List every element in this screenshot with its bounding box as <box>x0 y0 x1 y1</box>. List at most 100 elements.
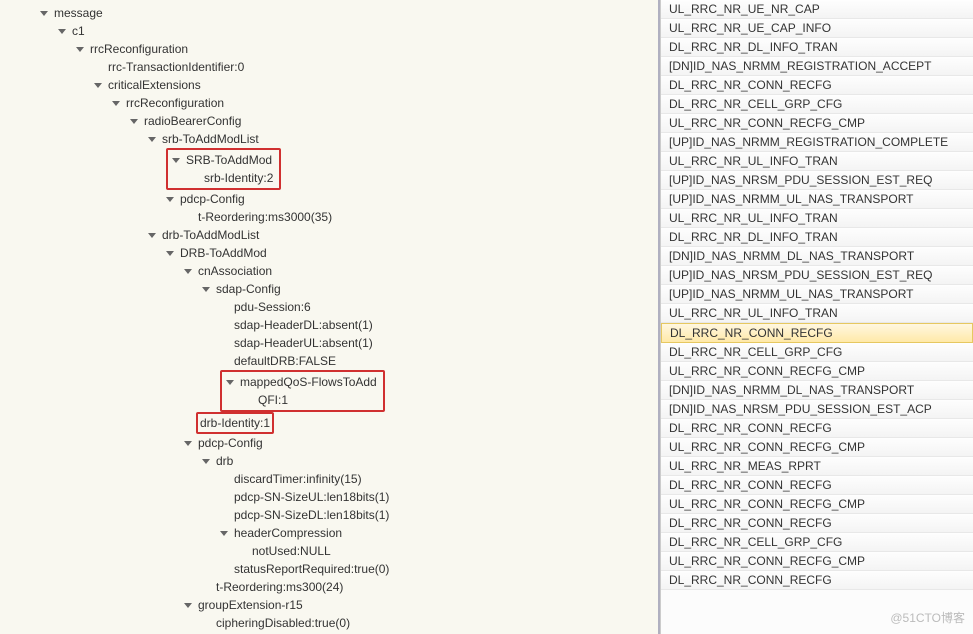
tree-node-label: QFI:1 <box>256 391 290 409</box>
message-list-item[interactable]: [UP]ID_NAS_NRMM_UL_NAS_TRANSPORT <box>661 190 973 209</box>
message-list-item[interactable]: [UP]ID_NAS_NRMM_UL_NAS_TRANSPORT <box>661 285 973 304</box>
tree-node[interactable]: defaultDRB:FALSE <box>0 352 658 370</box>
tree-node-label: discardTimer:infinity(15) <box>232 470 364 488</box>
tree-node[interactable]: pdcp-SN-SizeUL:len18bits(1) <box>0 488 658 506</box>
tree-node-label: cnAssociation <box>196 262 274 280</box>
tree-node[interactable]: statusReportRequired:true(0) <box>0 560 658 578</box>
tree-node[interactable]: srb-ToAddModList <box>0 130 658 148</box>
message-list-item[interactable]: DL_RRC_NR_CONN_RECFG <box>661 571 973 590</box>
message-list-item[interactable]: UL_RRC_NR_UL_INFO_TRAN <box>661 304 973 323</box>
tree-node[interactable]: notUsed:NULL <box>0 542 658 560</box>
message-list-item[interactable]: DL_RRC_NR_CONN_RECFG <box>661 476 973 495</box>
tree-node[interactable]: t-Reordering:ms300(24) <box>0 578 658 596</box>
tree-node[interactable]: SRB-ToAddMod <box>172 151 275 169</box>
message-list-item[interactable]: UL_RRC_NR_CONN_RECFG_CMP <box>661 114 973 133</box>
tree-node[interactable]: headerCompression <box>0 524 658 542</box>
tree-node-label: notUsed:NULL <box>250 542 333 560</box>
message-list-item[interactable]: DL_RRC_NR_CONN_RECFG <box>661 419 973 438</box>
tree-expand-icon[interactable] <box>112 101 120 106</box>
message-list-item[interactable]: UL_RRC_NR_CONN_RECFG_CMP <box>661 552 973 571</box>
tree-node-label: rrcReconfiguration <box>124 94 226 112</box>
message-list-item[interactable]: [DN]ID_NAS_NRMM_DL_NAS_TRANSPORT <box>661 247 973 266</box>
tree-node-label: defaultDRB:FALSE <box>232 352 338 370</box>
message-list-item[interactable]: [DN]ID_NAS_NRSM_PDU_SESSION_EST_ACP <box>661 400 973 419</box>
tree-expand-icon[interactable] <box>220 531 228 536</box>
message-list-item[interactable]: [UP]ID_NAS_NRSM_PDU_SESSION_EST_REQ <box>661 266 973 285</box>
tree-node-label: rrc-TransactionIdentifier:0 <box>106 58 246 76</box>
tree-node[interactable]: DRB-ToAddMod <box>0 244 658 262</box>
tree-node-label: srb-ToAddModList <box>160 130 261 148</box>
tree-node[interactable]: groupExtension-r15 <box>0 596 658 614</box>
tree-expand-icon[interactable] <box>184 603 192 608</box>
tree-node-label: pdu-Session:6 <box>232 298 313 316</box>
tree-node[interactable]: drb-Identity:1 <box>0 412 658 434</box>
message-list-item[interactable]: UL_RRC_NR_CONN_RECFG_CMP <box>661 362 973 381</box>
tree-expand-icon[interactable] <box>202 459 210 464</box>
tree-node-label: groupExtension-r15 <box>196 596 305 614</box>
tree-node[interactable]: radioBearerConfig <box>0 112 658 130</box>
message-list-item[interactable]: [DN]ID_NAS_NRMM_DL_NAS_TRANSPORT <box>661 381 973 400</box>
tree-node-label: drb-ToAddModList <box>160 226 261 244</box>
tree-node[interactable]: message <box>0 4 658 22</box>
tree-node[interactable]: sdap-Config <box>0 280 658 298</box>
tree-node[interactable]: discardTimer:infinity(15) <box>0 470 658 488</box>
tree-node-label: sdap-HeaderUL:absent(1) <box>232 334 375 352</box>
tree-panel[interactable]: messagec1rrcReconfigurationrrc-Transacti… <box>0 0 660 634</box>
message-list-item[interactable]: UL_RRC_NR_UL_INFO_TRAN <box>661 152 973 171</box>
message-list-item[interactable]: [DN]ID_NAS_NRMM_REGISTRATION_ACCEPT <box>661 57 973 76</box>
tree-node[interactable]: drb-ToAddModList <box>0 226 658 244</box>
tree-node[interactable]: rrc-TransactionIdentifier:0 <box>0 58 658 76</box>
tree-expand-icon[interactable] <box>76 47 84 52</box>
message-list-item[interactable]: UL_RRC_NR_MEAS_RPRT <box>661 457 973 476</box>
tree-node[interactable]: sdap-HeaderDL:absent(1) <box>0 316 658 334</box>
tree-node[interactable]: cnAssociation <box>0 262 658 280</box>
message-list-item[interactable]: UL_RRC_NR_CONN_RECFG_CMP <box>661 495 973 514</box>
tree-expand-icon[interactable] <box>172 158 180 163</box>
tree-node[interactable]: sdap-HeaderUL:absent(1) <box>0 334 658 352</box>
tree-node[interactable]: pdcp-Config <box>0 434 658 452</box>
tree-node[interactable]: mappedQoS-FlowsToAdd <box>226 373 379 391</box>
tree-node[interactable]: rrcReconfiguration <box>0 94 658 112</box>
tree-node[interactable]: pdcp-SN-SizeDL:len18bits(1) <box>0 506 658 524</box>
message-list-item[interactable]: UL_RRC_NR_UE_NR_CAP <box>661 0 973 19</box>
message-list-item[interactable]: UL_RRC_NR_UL_INFO_TRAN <box>661 209 973 228</box>
tree-node[interactable]: t-Reordering:ms3000(35) <box>0 208 658 226</box>
tree-node-label: mappedQoS-FlowsToAdd <box>238 373 379 391</box>
message-list-item[interactable]: [UP]ID_NAS_NRMM_REGISTRATION_COMPLETE <box>661 133 973 152</box>
tree-node[interactable]: c1 <box>0 22 658 40</box>
tree-node[interactable]: criticalExtensions <box>0 76 658 94</box>
tree-expand-icon[interactable] <box>202 287 210 292</box>
tree-expand-icon[interactable] <box>40 11 48 16</box>
message-list-item[interactable]: DL_RRC_NR_CONN_RECFG <box>661 514 973 533</box>
message-list-item[interactable]: UL_RRC_NR_CONN_RECFG_CMP <box>661 438 973 457</box>
tree-expand-icon[interactable] <box>148 137 156 142</box>
tree-node-label: t-Reordering:ms300(24) <box>214 578 345 596</box>
tree-expand-icon[interactable] <box>226 380 234 385</box>
tree-node[interactable]: pdu-Session:6 <box>0 298 658 316</box>
tree-expand-icon[interactable] <box>184 269 192 274</box>
message-list-item[interactable]: [UP]ID_NAS_NRSM_PDU_SESSION_EST_REQ <box>661 171 973 190</box>
tree-node[interactable]: pdcp-Config <box>0 190 658 208</box>
message-list-item[interactable]: DL_RRC_NR_CELL_GRP_CFG <box>661 343 973 362</box>
message-list-item[interactable]: DL_RRC_NR_DL_INFO_TRAN <box>661 38 973 57</box>
tree-expand-icon[interactable] <box>148 233 156 238</box>
tree-node[interactable]: srb-Identity:2 <box>172 169 275 187</box>
tree-expand-icon[interactable] <box>94 83 102 88</box>
message-list-item[interactable]: DL_RRC_NR_CELL_GRP_CFG <box>661 95 973 114</box>
tree-expand-icon[interactable] <box>166 197 174 202</box>
message-list-item[interactable]: UL_RRC_NR_UE_CAP_INFO <box>661 19 973 38</box>
message-list-item[interactable]: DL_RRC_NR_CONN_RECFG <box>661 323 973 343</box>
message-list-item[interactable]: DL_RRC_NR_DL_INFO_TRAN <box>661 228 973 247</box>
tree-expand-icon[interactable] <box>166 251 174 256</box>
message-list-item[interactable]: DL_RRC_NR_CONN_RECFG <box>661 76 973 95</box>
tree-node[interactable]: QFI:1 <box>226 391 379 409</box>
message-list-panel[interactable]: UL_RRC_NR_UE_NR_CAPUL_RRC_NR_UE_CAP_INFO… <box>660 0 973 634</box>
tree-node[interactable]: cipheringDisabled:true(0) <box>0 614 658 632</box>
tree-node-label: rrcReconfiguration <box>88 40 190 58</box>
message-list-item[interactable]: DL_RRC_NR_CELL_GRP_CFG <box>661 533 973 552</box>
tree-node[interactable]: drb <box>0 452 658 470</box>
tree-expand-icon[interactable] <box>184 441 192 446</box>
tree-expand-icon[interactable] <box>130 119 138 124</box>
tree-expand-icon[interactable] <box>58 29 66 34</box>
tree-node[interactable]: rrcReconfiguration <box>0 40 658 58</box>
